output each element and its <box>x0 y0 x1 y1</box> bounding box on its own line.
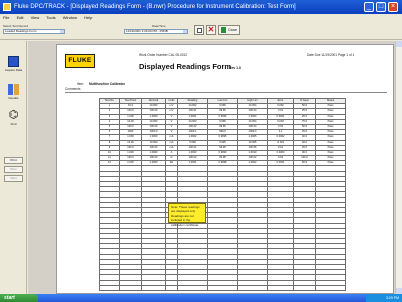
sidebar-item-label: Acquire Data <box>4 68 23 72</box>
maximize-button[interactable]: □ <box>376 2 386 12</box>
record-select-value: Loaded Readings Form <box>5 29 37 33</box>
item-value: Multifunction Calibrator <box>89 82 125 86</box>
instrument-icon <box>8 56 19 67</box>
record-select[interactable]: Loaded Readings Form <box>3 29 65 34</box>
table-cell <box>119 284 142 291</box>
table-cell <box>99 284 120 291</box>
work-order-text: Work Order Number CAL 05-0012 <box>139 53 188 57</box>
table-cell <box>315 284 346 291</box>
date-select-value: 11/19/2001 3:29:09 PM - PM3B <box>126 29 168 33</box>
window-title: Fluke DPC/TRACK - [Displayed Readings Fo… <box>14 4 296 10</box>
delete-button[interactable]: ✕ <box>206 25 216 35</box>
fluke-logo: FLUKE <box>65 54 95 68</box>
close-form-label: Close <box>228 28 237 32</box>
app-icon <box>3 3 11 11</box>
revision-label: Rev 1.0 <box>229 66 241 70</box>
readings-form-page: FLUKE Work Order Number CAL 05-0012 Date… <box>56 44 394 294</box>
sidebar: Acquire Data Results ⌬ Find Print Prev N… <box>0 41 27 294</box>
start-button[interactable]: start <box>0 294 38 302</box>
sidebar-item-results[interactable]: Results <box>3 81 24 105</box>
table-row-empty <box>99 284 346 291</box>
prev-button[interactable]: Prev <box>4 166 23 173</box>
binoculars-icon: ⌬ <box>8 109 19 121</box>
table-cell <box>293 284 316 291</box>
door-icon <box>221 27 226 33</box>
close-button[interactable]: × <box>388 2 398 12</box>
record-label: Select Test Record <box>3 24 29 28</box>
menu-tools[interactable]: Tools <box>46 15 55 20</box>
red-x-icon: ✕ <box>207 25 215 34</box>
readings-table: Test No. Test Point Nominal Units Readin… <box>99 97 346 291</box>
print-button[interactable]: Print <box>4 157 23 164</box>
taskbar: start 3:29 PM <box>0 294 402 302</box>
form-title: Displayed Readings Form <box>139 62 232 71</box>
sidebar-item-label: Find <box>10 122 17 126</box>
scroll-up-icon[interactable] <box>396 41 402 47</box>
table-cell <box>141 284 166 291</box>
divider <box>65 92 387 93</box>
minimize-button[interactable]: _ <box>364 2 374 12</box>
menu-window[interactable]: Window <box>63 15 77 20</box>
menu-file[interactable]: File <box>3 15 9 20</box>
table-cell <box>165 284 178 291</box>
table-cell <box>207 284 238 291</box>
print-preview-button[interactable] <box>194 25 204 35</box>
sidebar-item-find[interactable]: ⌬ Find <box>3 107 24 131</box>
page-icon <box>197 28 202 33</box>
title-bar[interactable]: Fluke DPC/TRACK - [Displayed Readings Fo… <box>0 0 402 14</box>
table-cell <box>177 284 208 291</box>
date-select[interactable]: 11/19/2001 3:29:09 PM - PM3B <box>124 29 188 34</box>
application-window: Fluke DPC/TRACK - [Displayed Readings Fo… <box>0 0 402 302</box>
vertical-scrollbar[interactable] <box>395 41 402 294</box>
sidebar-item-label: Results <box>8 96 19 100</box>
comments-label: Comments <box>65 87 81 91</box>
date-due-text: Date Due 11/19/2001 Page 1 of 1 <box>307 53 355 57</box>
readings-table-body: 1 10.0 10.000 mV 10.002 9.996 10.004 0.002 50.0 P… <box>99 103 346 291</box>
menu-bar: File Edit View Tools Window Help <box>0 14 402 22</box>
chevron-down-icon[interactable] <box>183 30 187 33</box>
chevron-down-icon[interactable] <box>60 30 64 33</box>
people-icon <box>8 84 19 95</box>
yellow-note: Note: These readings are displayed only.… <box>168 203 206 227</box>
sidebar-item-acquire-data[interactable]: Acquire Data <box>3 53 24 77</box>
system-tray-clock: 3:29 PM <box>366 294 402 302</box>
toolbar: Select Test Record Loaded Readings Form … <box>0 22 402 40</box>
item-label: Item: <box>77 82 85 86</box>
date-label: Date/Time <box>152 24 166 28</box>
table-cell <box>237 284 268 291</box>
menu-help[interactable]: Help <box>84 15 92 20</box>
close-form-button[interactable]: Close <box>218 25 240 35</box>
next-button[interactable]: Next <box>4 175 23 182</box>
menu-view[interactable]: View <box>31 15 40 20</box>
menu-edit[interactable]: Edit <box>17 15 24 20</box>
table-cell <box>267 284 294 291</box>
